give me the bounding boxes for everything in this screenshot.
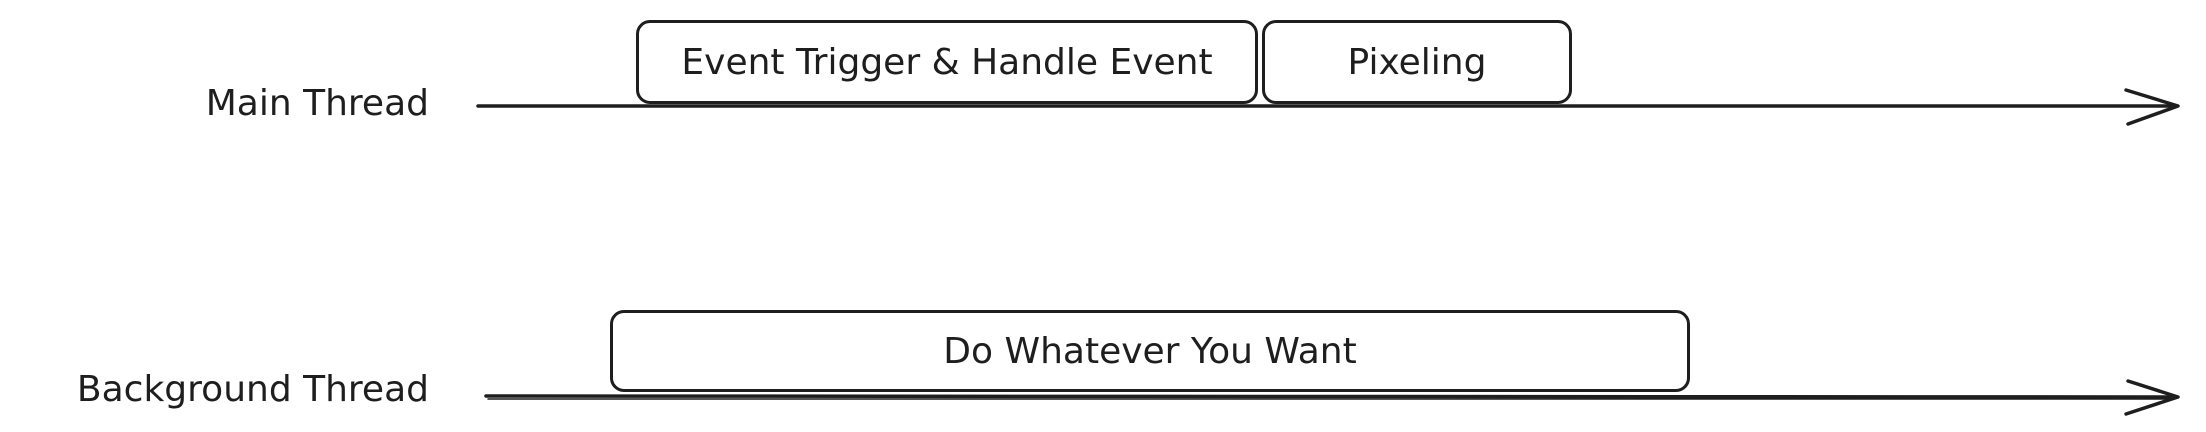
event-trigger-handle-label: Event Trigger & Handle Event [681, 41, 1213, 83]
main-thread-label: Main Thread [205, 83, 429, 124]
do-whatever-label: Do Whatever You Want [943, 330, 1357, 372]
event-trigger-handle-block: Event Trigger & Handle Event [636, 20, 1258, 104]
do-whatever-block: Do Whatever You Want [610, 310, 1690, 392]
thread-timeline-diagram: Main Thread Background Thread Event Trig… [0, 0, 2206, 432]
background-thread-label: Background Thread [76, 369, 429, 410]
pixeling-label: Pixeling [1347, 41, 1487, 83]
pixeling-block: Pixeling [1262, 20, 1572, 104]
